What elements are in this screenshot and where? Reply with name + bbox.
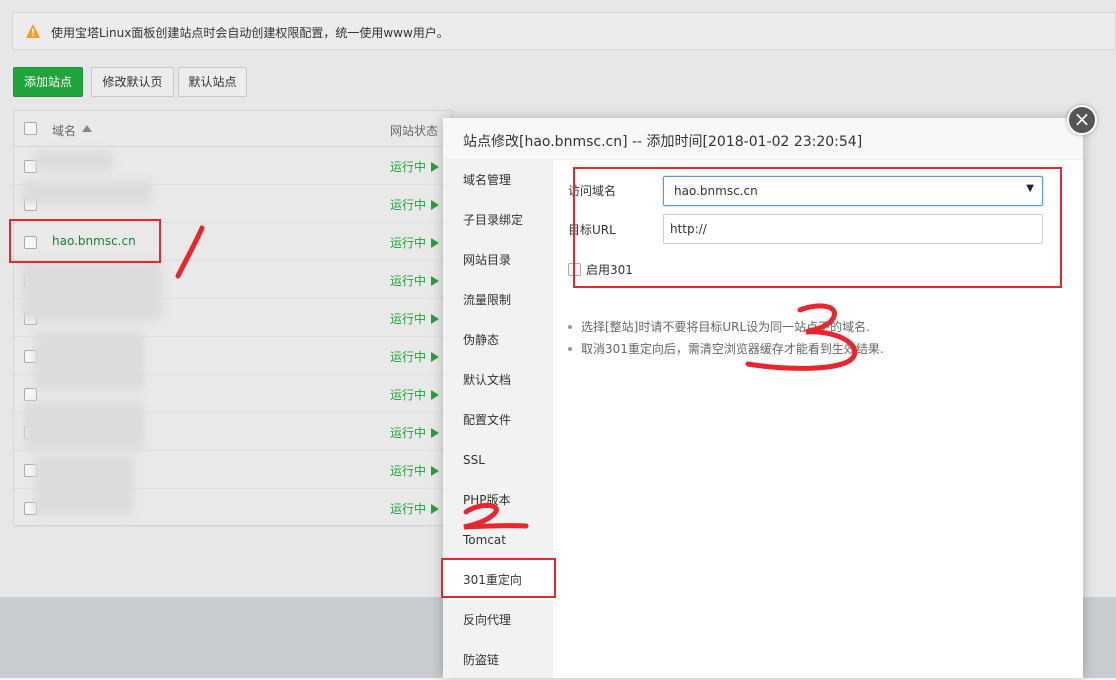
modal-header: 站点修改[hao.bnmsc.cn] -- 添加时间[2018-01-02 23…	[443, 118, 1083, 160]
row-status[interactable]: 运行中	[390, 310, 440, 327]
annotation-box-form	[573, 167, 1062, 288]
site-table: 域名 网站状态 运行中 运行中 hao.bnmsc.cn 运行中 运行中 运行中 …	[13, 110, 454, 527]
row-status[interactable]: 运行中	[390, 386, 440, 403]
row-checkbox[interactable]	[24, 388, 37, 401]
play-icon	[431, 390, 440, 400]
modal-title: 站点修改[hao.bnmsc.cn] -- 添加时间[2018-01-02 23…	[463, 134, 863, 150]
play-icon	[431, 504, 440, 514]
row-status[interactable]: 运行中	[390, 272, 440, 289]
annotation-number-one	[175, 225, 205, 279]
row-status[interactable]: 运行中	[390, 348, 440, 365]
annotation-box-domain	[9, 219, 161, 263]
sidebar-item-default-doc[interactable]: 默认文档	[443, 360, 553, 400]
select-all-checkbox[interactable]	[24, 122, 37, 135]
sidebar-item-reverse-proxy[interactable]: 反向代理	[443, 600, 553, 640]
notice-banner: 使用宝塔Linux面板创建站点时会自动创建权限配置，统一使用www用户。	[12, 12, 1116, 50]
row-status[interactable]: 运行中	[390, 234, 440, 251]
sidebar-item-site-dir[interactable]: 网站目录	[443, 240, 553, 280]
redacted-domain	[24, 401, 144, 451]
row-status[interactable]: 运行中	[390, 500, 440, 517]
redacted-domain	[34, 456, 134, 516]
row-status[interactable]: 运行中	[390, 158, 440, 175]
play-icon	[431, 428, 440, 438]
close-icon[interactable]: ×	[1067, 105, 1097, 135]
notice-text: 使用宝塔Linux面板创建站点时会自动创建权限配置，统一使用www用户。	[51, 26, 449, 40]
play-icon	[431, 352, 440, 362]
sidebar-item-hotlink-protect[interactable]: 防盗链	[443, 640, 553, 680]
redacted-domain	[22, 261, 162, 321]
redacted-domain	[34, 151, 114, 171]
redacted-domain	[22, 181, 152, 205]
column-domain[interactable]: 域名	[52, 122, 76, 139]
warning-icon	[26, 24, 40, 38]
row-status[interactable]: 运行中	[390, 196, 440, 213]
redacted-domain	[34, 331, 144, 391]
sidebar-item-subdir-bind[interactable]: 子目录绑定	[443, 200, 553, 240]
play-icon	[431, 314, 440, 324]
sidebar-item-domain-manage[interactable]: 域名管理	[443, 160, 553, 200]
sort-asc-icon[interactable]	[82, 125, 92, 132]
play-icon	[431, 162, 440, 172]
annotation-box-301	[441, 558, 556, 598]
row-status[interactable]: 运行中	[390, 462, 440, 479]
play-icon	[431, 200, 440, 210]
add-site-button[interactable]: 添加站点	[13, 67, 83, 97]
sidebar-item-ssl[interactable]: SSL	[443, 440, 553, 480]
edit-default-page-button[interactable]: 修改默认页	[91, 67, 174, 97]
modal-sidebar: 域名管理 子目录绑定 网站目录 流量限制 伪静态 默认文档 配置文件 SSL P…	[443, 160, 553, 678]
table-header: 域名 网站状态	[14, 111, 454, 147]
play-icon	[431, 466, 440, 476]
column-status: 网站状态	[390, 124, 439, 138]
play-icon	[431, 238, 440, 248]
sidebar-item-rewrite[interactable]: 伪静态	[443, 320, 553, 360]
annotation-number-three	[745, 303, 858, 371]
row-status[interactable]: 运行中	[390, 424, 440, 441]
sidebar-item-traffic-limit[interactable]: 流量限制	[443, 280, 553, 320]
default-site-button[interactable]: 默认站点	[178, 67, 247, 97]
play-icon	[431, 276, 440, 286]
annotation-number-two	[463, 503, 529, 530]
sidebar-item-config-file[interactable]: 配置文件	[443, 400, 553, 440]
